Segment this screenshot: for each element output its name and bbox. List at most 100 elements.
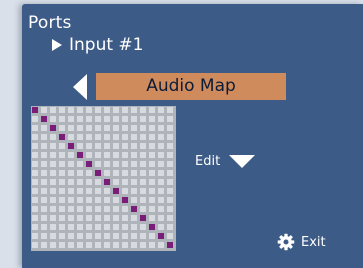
matrix-cell[interactable] (77, 107, 83, 113)
matrix-cell-routed[interactable] (77, 152, 83, 158)
matrix-cell[interactable] (41, 143, 47, 149)
matrix-cell-routed[interactable] (95, 170, 101, 176)
matrix-cell[interactable] (122, 116, 128, 122)
matrix-cell[interactable] (68, 125, 74, 131)
matrix-cell[interactable] (32, 197, 38, 203)
matrix-cell[interactable] (68, 224, 74, 230)
matrix-cell[interactable] (41, 179, 47, 185)
matrix-cell[interactable] (95, 143, 101, 149)
matrix-cell[interactable] (77, 134, 83, 140)
matrix-cell[interactable] (167, 152, 173, 158)
matrix-cell[interactable] (95, 161, 101, 167)
matrix-cell[interactable] (113, 152, 119, 158)
matrix-cell[interactable] (50, 161, 56, 167)
matrix-cell[interactable] (77, 197, 83, 203)
matrix-cell[interactable] (59, 170, 65, 176)
matrix-cell[interactable] (122, 107, 128, 113)
matrix-cell[interactable] (77, 125, 83, 131)
matrix-cell[interactable] (158, 161, 164, 167)
matrix-cell[interactable] (140, 143, 146, 149)
matrix-cell[interactable] (167, 107, 173, 113)
matrix-cell[interactable] (32, 125, 38, 131)
matrix-cell-routed[interactable] (68, 143, 74, 149)
matrix-cell[interactable] (95, 224, 101, 230)
matrix-cell[interactable] (131, 125, 137, 131)
matrix-cell[interactable] (77, 188, 83, 194)
matrix-cell[interactable] (131, 161, 137, 167)
matrix-cell[interactable] (41, 215, 47, 221)
matrix-cell[interactable] (167, 197, 173, 203)
matrix-cell[interactable] (104, 242, 110, 248)
matrix-cell[interactable] (59, 188, 65, 194)
matrix-cell[interactable] (32, 179, 38, 185)
matrix-cell-routed[interactable] (86, 161, 92, 167)
matrix-cell-routed[interactable] (32, 107, 38, 113)
matrix-cell[interactable] (59, 206, 65, 212)
matrix-cell[interactable] (77, 224, 83, 230)
matrix-cell[interactable] (68, 134, 74, 140)
matrix-cell[interactable] (41, 206, 47, 212)
matrix-cell[interactable] (140, 224, 146, 230)
matrix-cell[interactable] (32, 206, 38, 212)
matrix-cell[interactable] (140, 152, 146, 158)
matrix-cell[interactable] (86, 170, 92, 176)
matrix-cell[interactable] (149, 197, 155, 203)
matrix-cell-routed[interactable] (149, 224, 155, 230)
matrix-cell[interactable] (131, 215, 137, 221)
matrix-cell[interactable] (131, 143, 137, 149)
matrix-cell-routed[interactable] (50, 125, 56, 131)
matrix-cell[interactable] (104, 197, 110, 203)
matrix-cell[interactable] (122, 125, 128, 131)
matrix-cell[interactable] (95, 134, 101, 140)
matrix-cell[interactable] (158, 152, 164, 158)
matrix-cell[interactable] (131, 188, 137, 194)
matrix-cell[interactable] (104, 161, 110, 167)
audio-map-matrix[interactable] (31, 106, 176, 251)
matrix-cell-routed[interactable] (167, 242, 173, 248)
matrix-cell[interactable] (149, 107, 155, 113)
matrix-cell[interactable] (86, 197, 92, 203)
matrix-cell[interactable] (86, 134, 92, 140)
matrix-cell[interactable] (32, 224, 38, 230)
matrix-cell[interactable] (167, 170, 173, 176)
matrix-cell[interactable] (50, 242, 56, 248)
matrix-cell[interactable] (77, 233, 83, 239)
matrix-cell-routed[interactable] (104, 179, 110, 185)
matrix-cell[interactable] (113, 170, 119, 176)
matrix-cell-routed[interactable] (122, 197, 128, 203)
matrix-cell[interactable] (95, 206, 101, 212)
matrix-cell[interactable] (86, 116, 92, 122)
matrix-cell[interactable] (41, 161, 47, 167)
matrix-cell[interactable] (95, 188, 101, 194)
matrix-cell[interactable] (86, 143, 92, 149)
matrix-cell[interactable] (113, 215, 119, 221)
matrix-cell[interactable] (41, 107, 47, 113)
matrix-cell[interactable] (77, 179, 83, 185)
matrix-cell[interactable] (77, 206, 83, 212)
matrix-cell[interactable] (86, 152, 92, 158)
matrix-cell[interactable] (167, 134, 173, 140)
matrix-cell[interactable] (113, 224, 119, 230)
matrix-cell[interactable] (77, 143, 83, 149)
matrix-cell[interactable] (68, 179, 74, 185)
matrix-cell[interactable] (32, 134, 38, 140)
matrix-cell[interactable] (77, 161, 83, 167)
matrix-cell[interactable] (86, 224, 92, 230)
matrix-cell[interactable] (50, 179, 56, 185)
matrix-cell[interactable] (131, 197, 137, 203)
matrix-cell[interactable] (50, 188, 56, 194)
matrix-cell[interactable] (149, 170, 155, 176)
matrix-cell[interactable] (32, 143, 38, 149)
matrix-cell[interactable] (68, 161, 74, 167)
matrix-cell[interactable] (104, 116, 110, 122)
matrix-cell[interactable] (149, 134, 155, 140)
matrix-cell[interactable] (32, 242, 38, 248)
matrix-cell[interactable] (32, 152, 38, 158)
matrix-cell[interactable] (95, 242, 101, 248)
matrix-cell[interactable] (104, 233, 110, 239)
matrix-cell[interactable] (167, 116, 173, 122)
matrix-cell[interactable] (77, 242, 83, 248)
matrix-cell[interactable] (68, 152, 74, 158)
matrix-cell[interactable] (41, 125, 47, 131)
matrix-cell[interactable] (131, 224, 137, 230)
